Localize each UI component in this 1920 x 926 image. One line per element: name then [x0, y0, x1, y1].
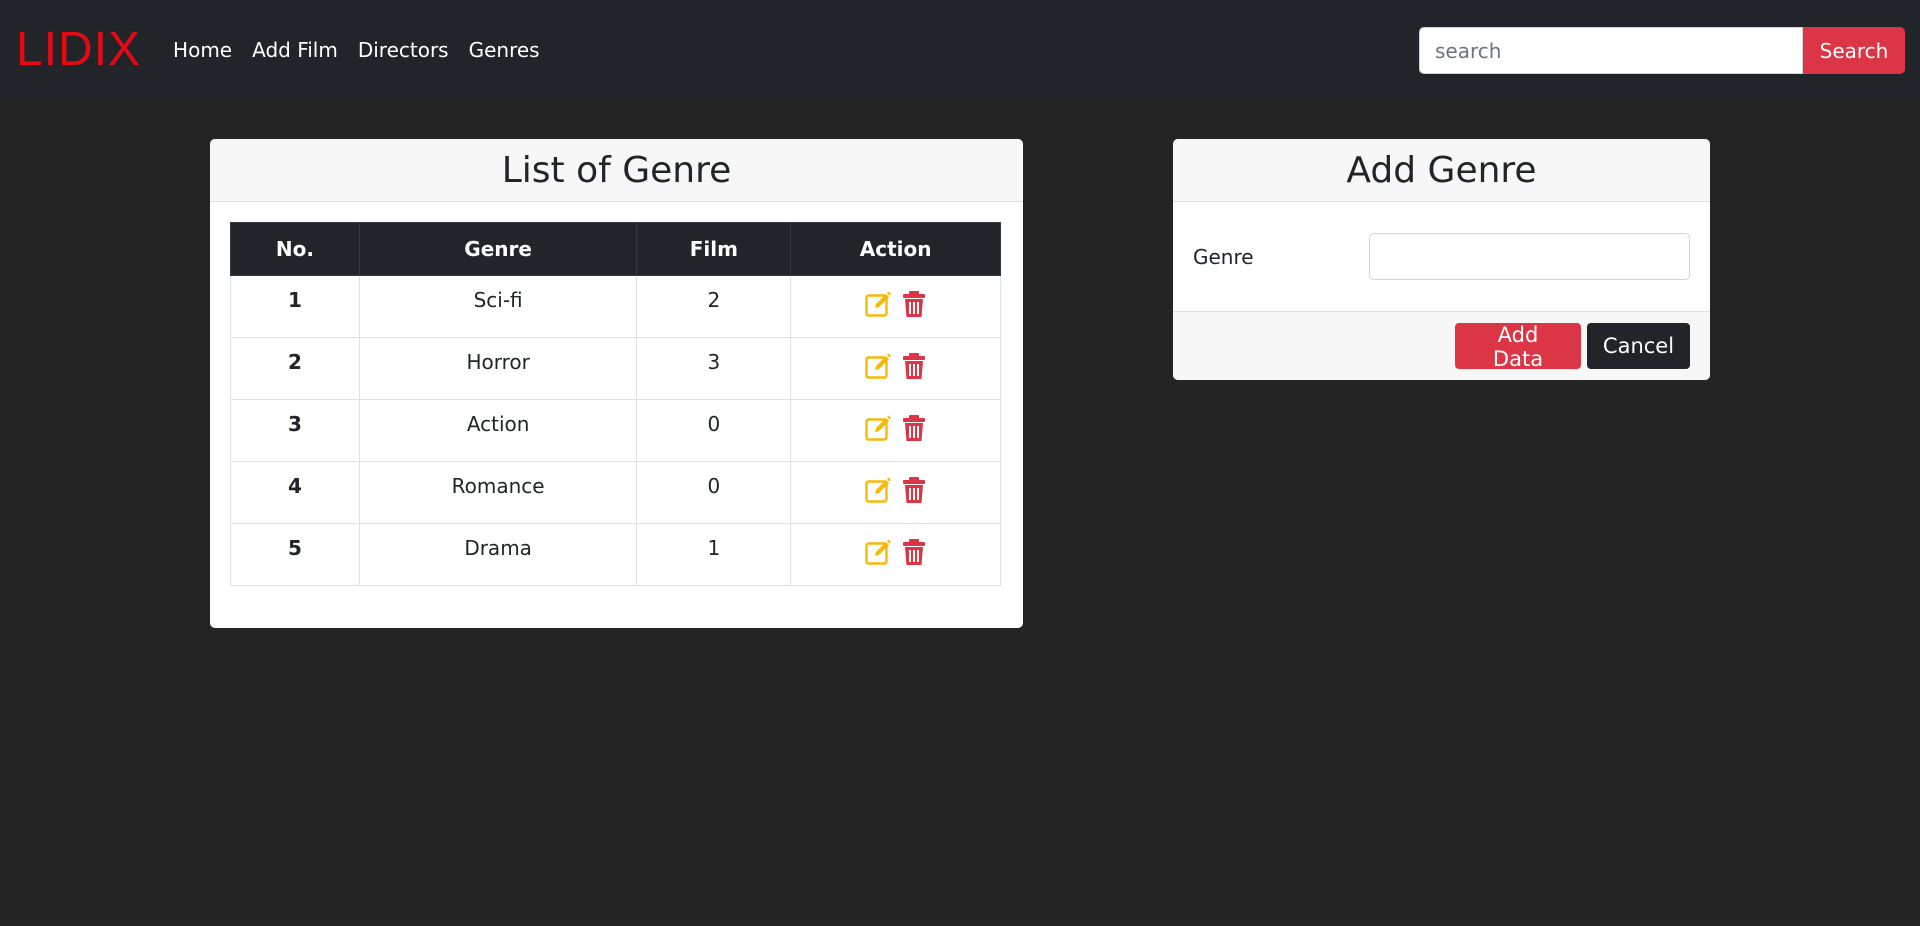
cancel-button[interactable]: Cancel: [1587, 323, 1690, 369]
row-action-cell: [790, 275, 1001, 338]
genre-table-body: 1 Sci-fi 2 2 Horror 3 3 Action 0 4 Romance 0 5 Drama 1: [230, 275, 1001, 586]
nav-links: Home Add Film Directors Genres: [173, 38, 540, 62]
add-genre-card: Add Genre Genre Add Data Cancel: [1173, 139, 1710, 380]
column-header-action: Action: [790, 222, 1001, 276]
genre-table-wrapper: No. Genre Film Action 1 Sci-fi 2 2 Horror 3 3 A…: [210, 202, 1023, 606]
row-action-cell: [790, 461, 1001, 524]
row-genre-cell: Sci-fi: [358, 275, 638, 338]
row-film-count-cell: 2: [636, 275, 792, 338]
row-action-cell: [790, 523, 1001, 586]
nav-link-genres[interactable]: Genres: [469, 38, 540, 62]
row-actions: [864, 538, 928, 566]
row-actions: [864, 476, 928, 504]
row-film-count-cell: 0: [636, 461, 792, 524]
add-genre-header: Add Genre: [1173, 139, 1710, 202]
row-genre-cell: Romance: [358, 461, 638, 524]
table-row: 3 Action 0: [230, 399, 1001, 462]
column-header-film: Film: [636, 222, 792, 276]
table-row: 2 Horror 3: [230, 337, 1001, 400]
table-row: 5 Drama 1: [230, 523, 1001, 586]
row-actions: [864, 290, 928, 318]
table-row: 1 Sci-fi 2: [230, 275, 1001, 338]
navbar: LIDIX Home Add Film Directors Genres Sea…: [0, 0, 1920, 100]
row-genre-cell: Horror: [358, 337, 638, 400]
row-number-cell: 5: [230, 523, 360, 586]
trash-icon[interactable]: [900, 414, 928, 442]
row-action-cell: [790, 337, 1001, 400]
add-genre-footer: Add Data Cancel: [1173, 311, 1710, 380]
genre-list-header: List of Genre: [210, 139, 1023, 202]
trash-icon[interactable]: [900, 476, 928, 504]
table-row: 4 Romance 0: [230, 461, 1001, 524]
trash-icon[interactable]: [900, 538, 928, 566]
row-genre-cell: Action: [358, 399, 638, 462]
edit-icon[interactable]: [864, 538, 892, 566]
nav-link-directors[interactable]: Directors: [358, 38, 449, 62]
genre-table: No. Genre Film Action 1 Sci-fi 2 2 Horror 3 3 A…: [230, 222, 1001, 586]
trash-icon[interactable]: [900, 352, 928, 380]
genre-input[interactable]: [1369, 233, 1690, 280]
row-number-cell: 4: [230, 461, 360, 524]
row-film-count-cell: 1: [636, 523, 792, 586]
search-button[interactable]: Search: [1803, 27, 1905, 74]
column-header-no: No.: [230, 222, 360, 276]
row-genre-cell: Drama: [358, 523, 638, 586]
row-number-cell: 1: [230, 275, 360, 338]
trash-icon[interactable]: [900, 290, 928, 318]
row-actions: [864, 414, 928, 442]
genre-field-label: Genre: [1193, 244, 1254, 269]
column-header-genre: Genre: [358, 222, 638, 276]
edit-icon[interactable]: [864, 414, 892, 442]
genre-form-row: Genre: [1173, 202, 1710, 311]
genre-list-title: List of Genre: [501, 149, 732, 191]
genre-list-card: List of Genre No. Genre Film Action 1 Sci…: [210, 139, 1023, 628]
row-film-count-cell: 3: [636, 337, 792, 400]
table-header-row: No. Genre Film Action: [230, 222, 1001, 276]
brand-logo[interactable]: LIDIX: [16, 26, 141, 74]
edit-icon[interactable]: [864, 352, 892, 380]
row-action-cell: [790, 399, 1001, 462]
row-actions: [864, 352, 928, 380]
edit-icon[interactable]: [864, 290, 892, 318]
add-genre-title: Add Genre: [1346, 149, 1537, 191]
edit-icon[interactable]: [864, 476, 892, 504]
search-input[interactable]: [1419, 27, 1803, 74]
nav-link-home[interactable]: Home: [173, 38, 232, 62]
row-number-cell: 3: [230, 399, 360, 462]
search-form: Search: [1419, 27, 1905, 74]
row-number-cell: 2: [230, 337, 360, 400]
row-film-count-cell: 0: [636, 399, 792, 462]
nav-link-add-film[interactable]: Add Film: [252, 38, 338, 62]
add-data-button[interactable]: Add Data: [1455, 323, 1581, 371]
